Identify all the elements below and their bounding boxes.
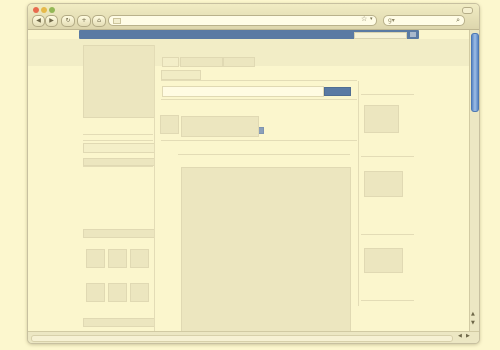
right-divider xyxy=(361,300,414,301)
post-content-block xyxy=(181,116,259,137)
friend-thumbnail[interactable] xyxy=(130,249,149,268)
browser-toolbar: ◀ ▶ ↻ + ⌂ ☆ ▾ g▾ ⌕ xyxy=(28,4,479,30)
info-box xyxy=(83,143,155,153)
status-update-input[interactable] xyxy=(162,86,324,97)
scroll-right-arrow-icon[interactable]: ▶ xyxy=(466,334,470,339)
forward-arrow-icon: ▶ xyxy=(49,17,54,24)
share-button[interactable] xyxy=(324,87,351,96)
search-bar[interactable]: g▾ ⌕ xyxy=(383,15,465,26)
post-avatar[interactable] xyxy=(160,115,179,134)
site-favicon xyxy=(113,18,121,24)
vertical-scrollbar[interactable]: ▲ ▼ xyxy=(469,30,479,331)
section-header-bar xyxy=(83,318,155,327)
column-divider xyxy=(154,45,155,331)
browser-window: ◀ ▶ ↻ + ⌂ ☆ ▾ g▾ ⌕ ▲ ▼ ◀ ▶ xyxy=(27,3,480,344)
friend-thumbnail[interactable] xyxy=(108,283,127,302)
horizontal-scrollbar[interactable]: ◀ ▶ xyxy=(28,331,479,343)
add-bookmark-button[interactable]: + xyxy=(77,15,91,27)
right-divider xyxy=(361,234,414,235)
horizontal-scrollbar-track[interactable] xyxy=(31,335,453,342)
filter-tab[interactable] xyxy=(161,70,201,80)
right-divider xyxy=(361,156,414,157)
center-divider xyxy=(161,80,357,81)
sidebar-ad-image[interactable] xyxy=(364,248,403,273)
address-bar[interactable] xyxy=(108,15,377,26)
search-icon[interactable]: ⌕ xyxy=(456,16,460,24)
toolbar-toggle-button[interactable] xyxy=(462,7,473,14)
column-divider xyxy=(358,81,359,306)
vertical-scrollbar-thumb[interactable] xyxy=(471,33,479,112)
feed-content-area xyxy=(181,167,351,331)
search-provider-icon[interactable]: g▾ xyxy=(388,17,395,24)
page-viewport xyxy=(28,30,469,331)
minimize-window-button[interactable] xyxy=(41,7,47,13)
site-search-button[interactable] xyxy=(410,32,416,37)
back-arrow-icon: ◀ xyxy=(36,17,41,24)
section-header-bar xyxy=(83,229,155,238)
friend-thumbnail[interactable] xyxy=(86,283,105,302)
tab-placeholder[interactable] xyxy=(162,57,179,67)
close-window-button[interactable] xyxy=(33,7,39,13)
tab-placeholder[interactable] xyxy=(180,57,223,67)
bookmark-star-icon[interactable]: ☆ xyxy=(361,16,367,23)
section-header-bar xyxy=(83,158,155,166)
rss-dropdown-icon[interactable]: ▾ xyxy=(370,17,373,22)
friend-thumbnail[interactable] xyxy=(108,249,127,268)
sidebar-ad-image[interactable] xyxy=(364,171,403,197)
profile-picture-placeholder[interactable] xyxy=(83,45,155,118)
forward-button[interactable]: ▶ xyxy=(45,15,58,27)
center-divider xyxy=(161,99,357,100)
right-divider xyxy=(361,94,414,95)
tab-placeholder[interactable] xyxy=(223,57,255,67)
scroll-left-arrow-icon[interactable]: ◀ xyxy=(458,334,462,339)
zoom-window-button[interactable] xyxy=(49,7,55,13)
sidebar-ad-image[interactable] xyxy=(364,105,399,133)
friend-thumbnail[interactable] xyxy=(130,283,149,302)
left-divider xyxy=(83,166,153,167)
scroll-down-arrow-icon[interactable]: ▼ xyxy=(471,321,475,326)
friend-thumbnail[interactable] xyxy=(86,249,105,268)
home-icon: ⌂ xyxy=(97,17,101,24)
center-divider xyxy=(161,140,357,141)
site-top-bar xyxy=(79,30,419,39)
back-button[interactable]: ◀ xyxy=(32,15,45,27)
left-divider xyxy=(83,140,153,141)
site-search-input[interactable] xyxy=(354,32,407,39)
plus-icon: + xyxy=(81,17,87,24)
left-divider xyxy=(83,134,153,135)
home-button[interactable]: ⌂ xyxy=(92,15,106,27)
scroll-up-arrow-icon[interactable]: ▲ xyxy=(471,312,475,317)
reload-button[interactable]: ↻ xyxy=(61,15,75,27)
center-divider xyxy=(178,154,350,155)
reload-icon: ↻ xyxy=(65,17,71,24)
